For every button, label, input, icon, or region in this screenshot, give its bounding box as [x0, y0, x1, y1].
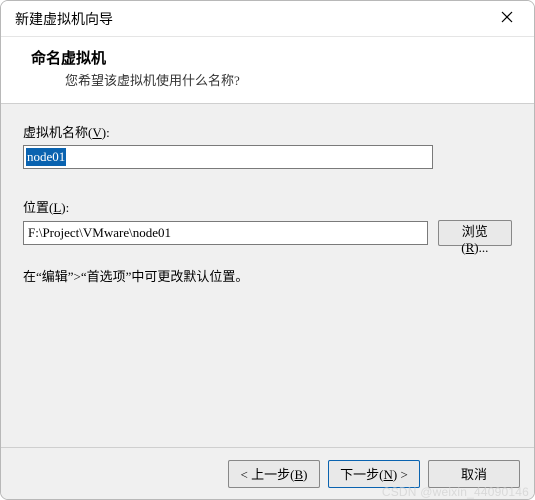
location-hint: 在“编辑”>“首选项”中可更改默认位置。: [23, 266, 512, 285]
titlebar: 新建虚拟机向导: [1, 1, 534, 37]
wizard-step-subtitle: 您希望该虚拟机使用什么名称?: [31, 68, 514, 89]
back-button[interactable]: < 上一步(B): [228, 460, 320, 488]
location-input[interactable]: [23, 221, 428, 245]
wizard-header: 命名虚拟机 您希望该虚拟机使用什么名称?: [1, 37, 534, 104]
new-vm-wizard-dialog: 新建虚拟机向导 命名虚拟机 您希望该虚拟机使用什么名称? 虚拟机名称(V): n…: [0, 0, 535, 500]
cancel-button[interactable]: 取消: [428, 460, 520, 488]
vm-name-label: 虚拟机名称(V):: [23, 122, 512, 141]
vm-name-input[interactable]: node01: [23, 145, 433, 169]
wizard-step-title: 命名虚拟机: [31, 47, 514, 68]
wizard-footer: < 上一步(B) 下一步(N) > 取消: [1, 447, 534, 499]
vm-name-value: node01: [26, 148, 66, 166]
wizard-content: 虚拟机名称(V): node01 位置(L): 浏览(R)... 在“编辑”>“…: [1, 104, 534, 447]
location-label: 位置(L):: [23, 197, 512, 216]
browse-button[interactable]: 浏览(R)...: [438, 220, 512, 246]
dialog-title: 新建虚拟机向导: [15, 9, 113, 29]
close-icon: [501, 11, 513, 26]
close-button[interactable]: [486, 5, 528, 33]
next-button[interactable]: 下一步(N) >: [328, 460, 420, 488]
